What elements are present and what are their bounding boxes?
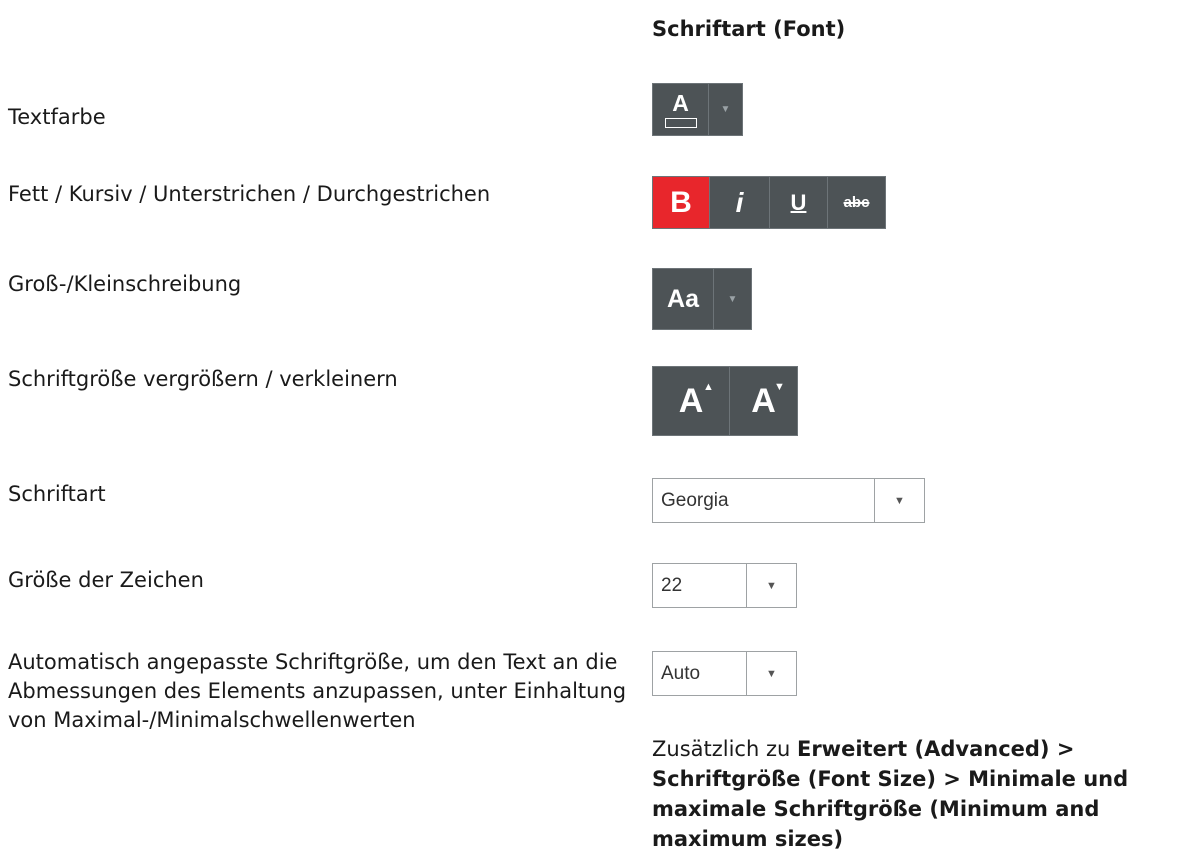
italic-button[interactable]: i [710,176,770,229]
underline-button[interactable]: U [770,176,828,229]
note-prefix: Zusätzlich zu [652,737,797,761]
grow-font-button[interactable]: A ▲ [652,366,730,436]
text-style-group: B i U abc [652,176,886,229]
chevron-down-icon[interactable]: ▼ [746,564,796,607]
shrink-font-icon: A [751,381,776,420]
text-color-dropdown-arrow[interactable]: ▼ [709,83,743,136]
font-size-value: 22 [661,574,683,596]
font-size-change-group: A ▲ A ▼ [652,366,798,436]
change-case-icon: Aa [667,284,699,313]
font-family-select[interactable]: Georgia ▼ [652,478,925,523]
grow-font-icon: A [678,381,704,420]
font-size-select[interactable]: 22 ▼ [652,563,797,608]
label-font-size-change: Schriftgröße vergrößern / verkleinern [8,367,398,391]
underline-icon: U [790,189,807,215]
chevron-down-icon[interactable]: ▼ [874,479,924,522]
strikethrough-button[interactable]: abc [828,176,886,229]
autofit-value: Auto [661,662,701,684]
chevron-down-icon[interactable]: ▼ [746,652,796,695]
bold-icon: B [670,185,692,219]
down-triangle-icon: ▼ [774,381,785,393]
label-autofit: Automatisch angepasste Schriftgröße, um … [8,650,627,732]
label-text-style: Fett / Kursiv / Unterstrichen / Durchges… [8,182,491,206]
autofit-select[interactable]: Auto ▼ [652,651,797,696]
label-case: Groß-/Kleinschreibung [8,272,242,296]
advanced-note: Zusätzlich zu Erweitert (Advanced) > Sch… [652,734,1194,854]
strikethrough-icon: abc [843,194,870,211]
case-dropdown-arrow[interactable]: ▼ [714,268,752,330]
label-text-color: Textfarbe [8,105,106,129]
case-icon-cell[interactable]: Aa [652,268,714,330]
label-font-family: Schriftart [8,482,106,506]
bold-button[interactable]: B [652,176,710,229]
label-font-size: Größe der Zeichen [8,568,204,592]
section-header: Schriftart (Font) [652,17,846,41]
text-color-icon: A [672,89,689,116]
shrink-font-button[interactable]: A ▼ [730,366,798,436]
color-swatch [664,117,697,128]
up-triangle-icon: ▲ [703,381,714,393]
case-button[interactable]: Aa ▼ [652,268,752,330]
text-color-swatch-cell[interactable]: A [652,83,709,136]
italic-icon: i [735,186,744,218]
font-family-value: Georgia [661,489,729,511]
text-color-button[interactable]: A ▼ [652,83,743,136]
